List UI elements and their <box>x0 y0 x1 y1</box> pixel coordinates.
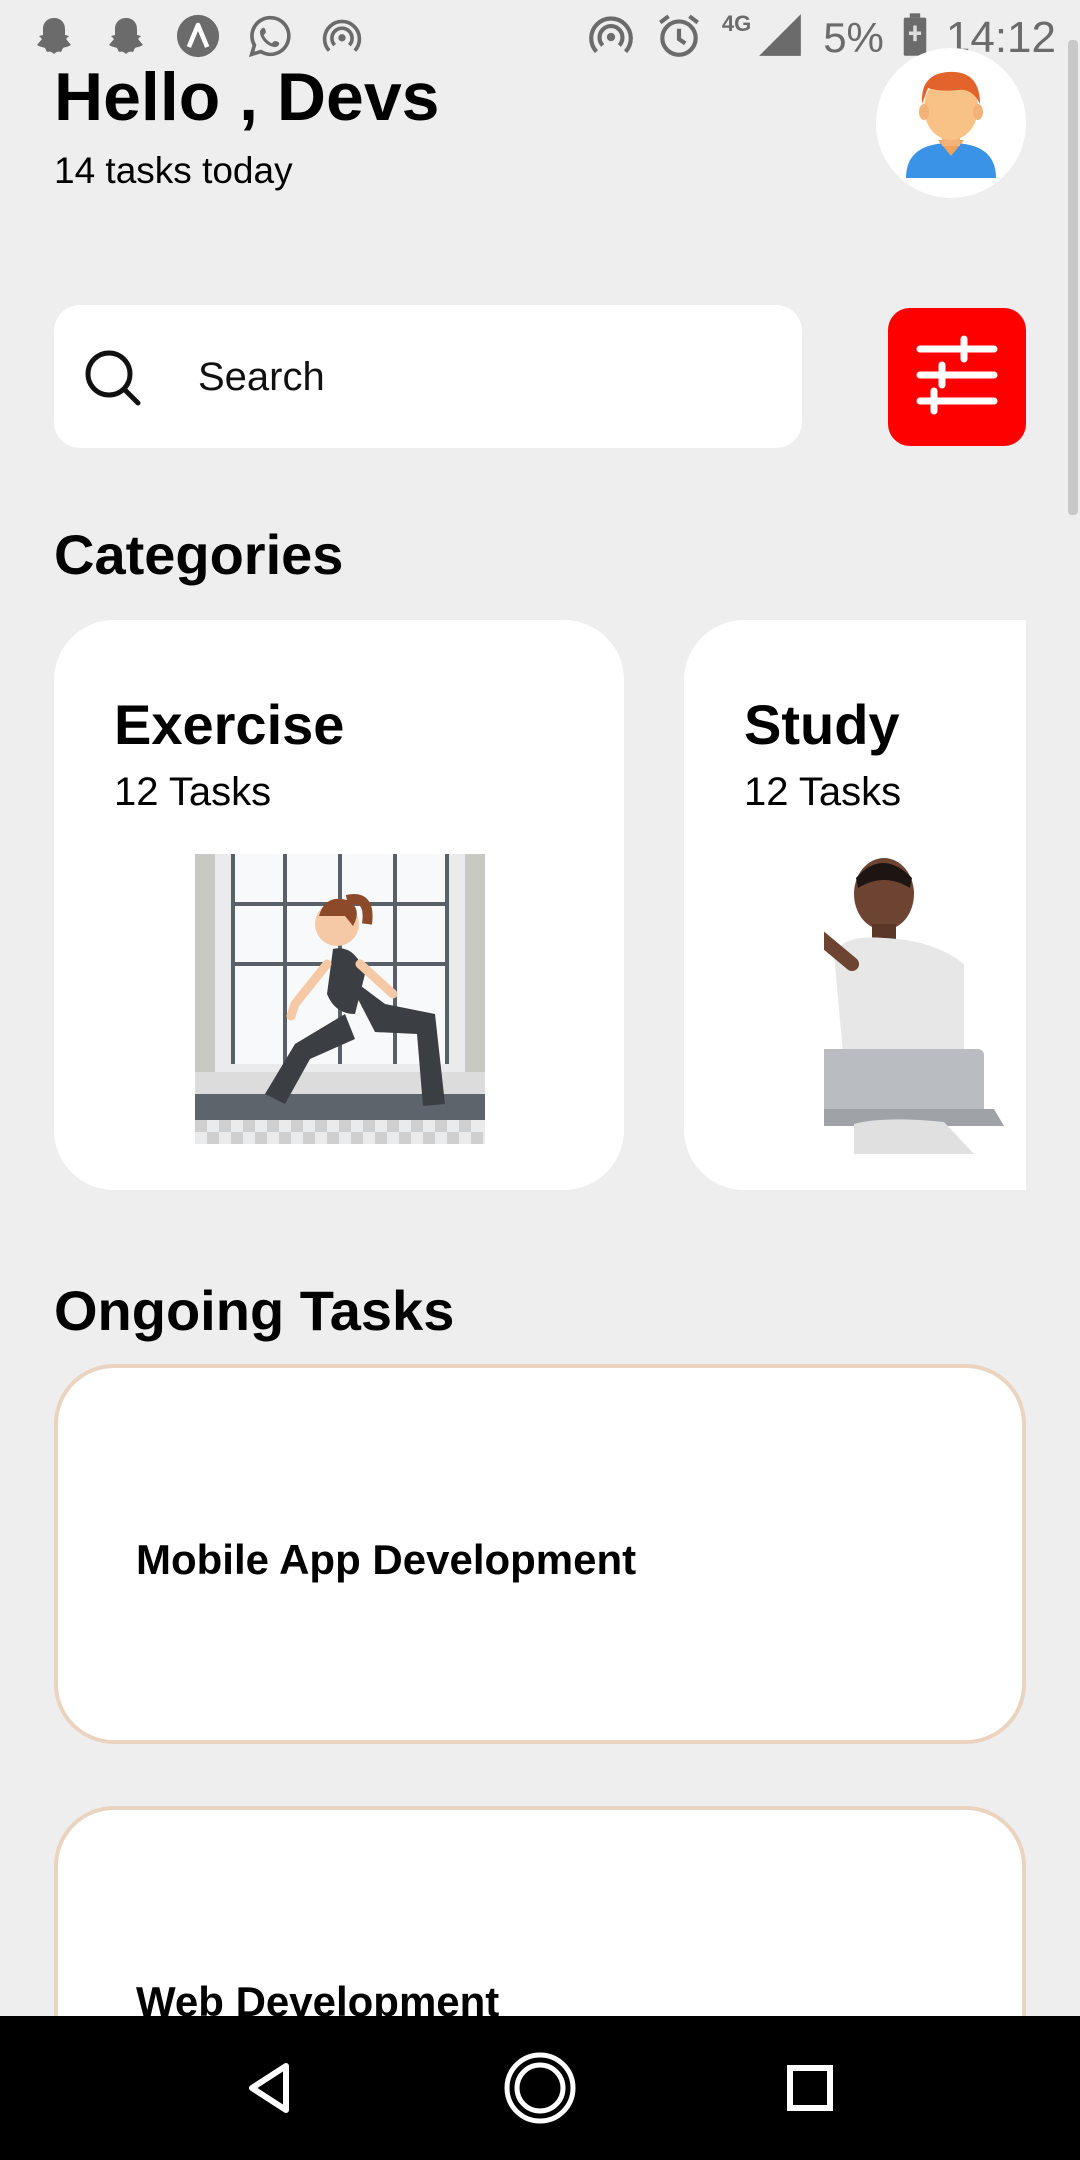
home-circle-icon[interactable] <box>502 2050 578 2126</box>
category-count: 12 Tasks <box>744 770 902 814</box>
category-title: Study <box>744 693 900 756</box>
categories-title: Categories <box>54 523 344 586</box>
arc-app-icon <box>172 14 224 58</box>
student-laptop-illustration <box>684 854 1026 1159</box>
category-count: 12 Tasks <box>114 770 272 814</box>
categories-carousel[interactable]: Exercise 12 Tasks Study 12 Tasks <box>54 620 1026 1190</box>
person-avatar-icon[interactable] <box>876 48 1026 198</box>
battery-percent: 5% <box>823 13 884 61</box>
category-card-study[interactable]: Study 12 Tasks <box>684 620 1026 1190</box>
hotspot-icon <box>586 10 636 65</box>
filter-button[interactable] <box>888 308 1026 446</box>
task-card[interactable]: Mobile App Development <box>54 1364 1026 1744</box>
whatsapp-icon <box>244 14 296 58</box>
network-type: 4G <box>721 10 752 36</box>
task-title: Mobile App Development <box>136 1536 637 1583</box>
recents-square-icon[interactable] <box>772 2050 848 2126</box>
home-screen: 4G 5% 14:12 Hello , Devs 14 tasks today <box>0 0 1080 2160</box>
snapchat-icon <box>28 14 80 58</box>
snapchat-icon <box>100 14 152 58</box>
search-bar[interactable] <box>54 305 802 448</box>
tasks-today-count: 14 tasks today <box>54 150 293 191</box>
back-triangle-icon[interactable] <box>232 2050 308 2126</box>
search-input[interactable] <box>198 345 758 409</box>
system-nav-bar <box>0 2016 1080 2160</box>
greeting-title: Hello , Devs <box>54 59 440 135</box>
hotspot-icon <box>316 14 368 58</box>
category-card-exercise[interactable]: Exercise 12 Tasks <box>54 620 624 1190</box>
yoga-woman-illustration <box>195 854 485 1149</box>
search-icon <box>84 349 142 407</box>
sliders-icon <box>912 335 1002 420</box>
ongoing-tasks-title: Ongoing Tasks <box>54 1279 455 1342</box>
signal-icon <box>755 10 805 65</box>
alarm-icon <box>654 10 704 65</box>
scrollbar-thumb[interactable] <box>1068 40 1078 515</box>
category-title: Exercise <box>114 693 345 756</box>
